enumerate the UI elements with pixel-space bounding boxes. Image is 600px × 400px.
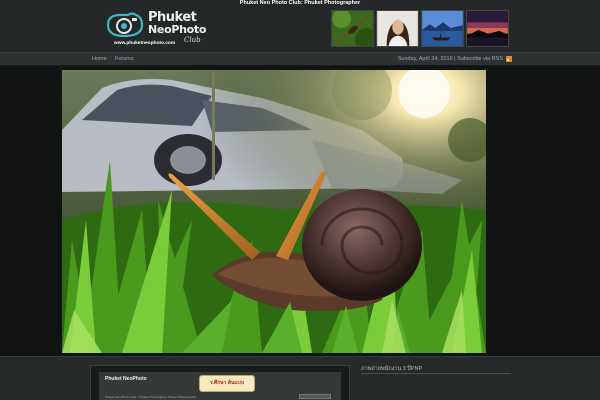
thumbnail-portrait[interactable] <box>376 10 419 47</box>
post-bubble: ร.ศึกษา ต้นแบบ <box>199 375 255 392</box>
featured-photo-area <box>0 66 600 356</box>
thumbnail-sunset[interactable] <box>466 10 509 47</box>
nav-home[interactable]: Home <box>92 56 107 62</box>
post-preview-image: Phuket NeoPhoto ร.ศึกษา ต้นแบบ Phuket Ne… <box>99 372 341 400</box>
post-logo: Phuket NeoPhoto <box>105 376 147 382</box>
site-tagline: Phuket Neo Photo Club: Phuket Photograph… <box>239 0 361 6</box>
sidebar-divider <box>361 373 511 374</box>
camera-logo-icon <box>106 12 144 38</box>
logo-text-neophoto: NeoPhoto <box>148 23 207 36</box>
site-header: Phuket Neo Photo Club: Phuket Photograph… <box>0 0 600 52</box>
content-area: Phuket NeoPhoto ร.ศึกษา ต้นแบบ Phuket Ne… <box>0 356 600 400</box>
rss-icon[interactable] <box>506 56 512 62</box>
post-button-graphic <box>299 394 331 399</box>
header-thumbnails <box>331 10 509 47</box>
logo-url: www.phuketneophoto.com <box>114 41 176 46</box>
nav-date-rss: Sunday, April 24, 2016 | Subscribe via R… <box>398 56 512 62</box>
sidebar-title[interactable]: ภาพถ่ายพนักงาน 3 ปีPNP <box>361 365 422 373</box>
site-logo[interactable]: Phuket NeoPhoto Club www.phuketneophoto.… <box>100 8 210 50</box>
logo-text-club: Club <box>184 36 201 44</box>
thumbnail-insect[interactable] <box>331 10 374 47</box>
nav-forums[interactable]: Forums <box>115 56 134 62</box>
main-nav: Home Forums Sunday, April 24, 2016 | Sub… <box>0 52 600 66</box>
date-subscribe-text[interactable]: Sunday, April 24, 2016 | Subscribe via R… <box>398 56 503 62</box>
thumbnail-boat[interactable] <box>421 10 464 47</box>
post-caption: Phuket Neo Photo Club - Phuket Photograp… <box>105 395 197 399</box>
post-preview[interactable]: Phuket NeoPhoto ร.ศึกษา ต้นแบบ Phuket Ne… <box>90 365 350 400</box>
featured-photo-snail[interactable] <box>62 70 486 353</box>
